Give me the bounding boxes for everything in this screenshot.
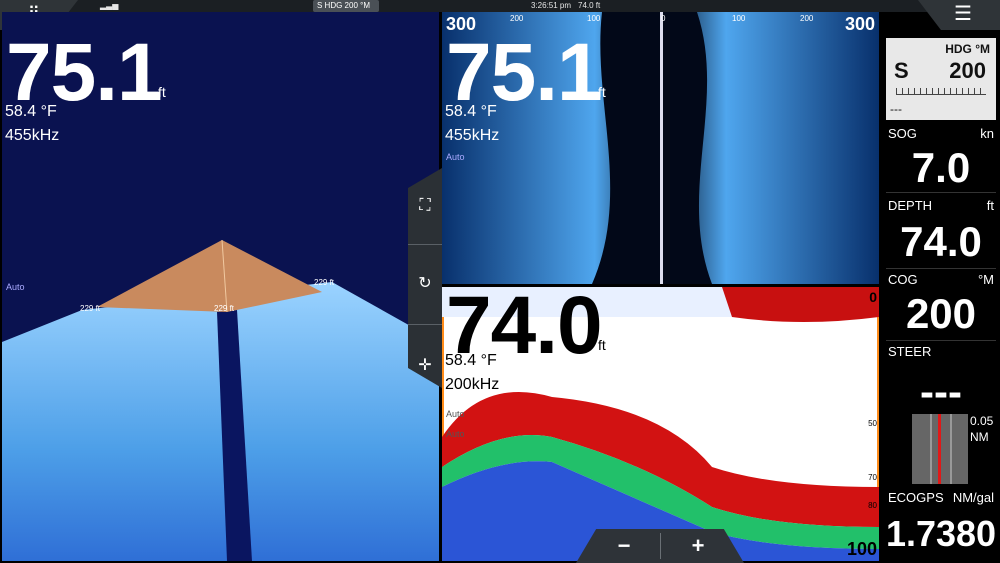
scale-100-left: 100: [587, 14, 601, 23]
scale-0: 0: [661, 14, 666, 23]
heading-compass: HDG °M S 200 ---: [886, 38, 996, 120]
cog-unit: °M: [977, 272, 994, 287]
pane-toolbar: ⛶ ↻ ✛: [408, 168, 442, 388]
sog-label: SOG: [888, 126, 917, 141]
depth-unit: ft: [986, 198, 994, 213]
freq-readout: 455kHz: [5, 127, 60, 144]
hamburger-icon: ☰: [954, 3, 972, 25]
data-bar: HDG °M S 200 --- SOG kn 7.0 DEPTH ft 74.…: [882, 30, 1000, 563]
sidescan-pane[interactable]: 300 300 200 100 0 100 200 75.1 ft 58.4 °…: [442, 12, 879, 284]
freq-readout: 200kHz: [445, 376, 500, 393]
zoom-out-button[interactable]: −: [594, 529, 654, 563]
scale-100-right: 100: [732, 14, 746, 23]
auto-gain-label[interactable]: Auto: [6, 282, 25, 292]
sog-value: 7.0: [911, 144, 971, 191]
heading-title: HDG °M: [945, 42, 990, 56]
structure-3d-pane[interactable]: 75.1 ft 58.4 °F 455kHz Auto 229 ft 229 f…: [2, 12, 439, 561]
scale-50: 50: [868, 419, 877, 428]
xte-unit: NM: [970, 430, 989, 444]
heading-extra: ---: [890, 102, 902, 116]
heading-value: 200: [949, 58, 986, 83]
heading-direction: S: [894, 58, 909, 83]
databar-divider: [886, 268, 996, 269]
temp-readout: 58.4 °F: [445, 103, 497, 120]
menu-button[interactable]: ☰: [918, 0, 1000, 30]
sog-unit: kn: [980, 126, 994, 141]
auto-color-label[interactable]: Auto: [446, 429, 465, 439]
signal-icon: ▂▃▅: [100, 1, 119, 10]
steer-value: ---: [920, 368, 962, 415]
freq-readout: 455kHz: [445, 127, 500, 144]
temp-readout: 58.4 °F: [445, 352, 497, 369]
temp-readout: 58.4 °F: [5, 103, 57, 120]
status-depth-label: 74.0 ft: [578, 1, 601, 10]
auto-gain-label[interactable]: Auto: [446, 152, 465, 162]
toolbar-divider: [408, 324, 442, 325]
steer-label: STEER: [888, 344, 932, 359]
scale-top: 0: [869, 289, 877, 305]
status-bar: ▂▃▅ 3:26:51 pm 74.0 ft: [0, 0, 1000, 12]
zoom-in-button[interactable]: +: [668, 529, 728, 563]
heading-pill: S HDG 200 °M: [313, 0, 379, 12]
auto-gain-label[interactable]: Auto: [446, 409, 465, 419]
scale-70: 70: [868, 473, 877, 482]
scale-80: 80: [868, 501, 877, 510]
rotate-icon[interactable]: ↻: [408, 264, 442, 304]
databar-divider: [886, 340, 996, 341]
zoom-controls: − +: [576, 529, 744, 563]
toolbar-divider: [408, 244, 442, 245]
clock-label: 3:26:51 pm: [531, 1, 572, 10]
steer-indicator: [938, 414, 941, 484]
eco-unit: NM/gal: [952, 490, 994, 505]
cog-label: COG: [888, 272, 918, 287]
depth-unit: ft: [598, 84, 606, 100]
range-right: 300: [844, 14, 875, 34]
scale-200-right: 200: [800, 14, 814, 23]
eco-label: ECOGPS: [888, 490, 944, 505]
range-right-label: 229 ft: [314, 278, 335, 287]
fit-icon[interactable]: ⛶: [408, 186, 442, 226]
xte-value: 0.05: [970, 414, 994, 428]
zoom-divider: [660, 533, 661, 559]
databar-divider: [886, 192, 996, 193]
steer-gauge: [912, 414, 968, 484]
scale-200-left: 200: [510, 14, 524, 23]
cog-value: 200: [905, 290, 977, 337]
scale-bottom: 100: [846, 539, 877, 559]
sonar-pane[interactable]: 74.0 ft 58.4 °F 200kHz Auto Auto 0 50 70…: [442, 287, 879, 561]
depth-value: 74.0: [900, 218, 982, 265]
eco-value: 1.7380: [885, 513, 997, 554]
compass-tape: [896, 88, 986, 95]
range-left-label: 229 ft: [80, 304, 101, 313]
depth-unit: ft: [598, 337, 606, 353]
range-center-label: 229 ft: [214, 304, 235, 313]
depth-unit: ft: [158, 84, 166, 100]
depth-label: DEPTH: [888, 198, 933, 213]
